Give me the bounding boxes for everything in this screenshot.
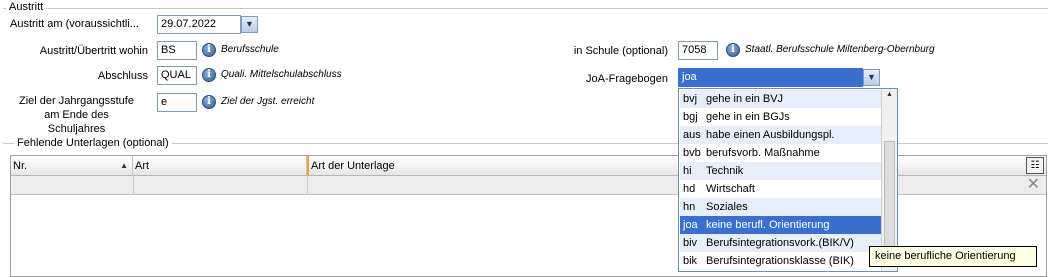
wohin-field[interactable]: BS — [157, 41, 197, 60]
ziel-label-line2: am Ende des — [44, 109, 109, 121]
abschluss-field[interactable]: QUAL — [157, 66, 197, 85]
column-header-label: Nr. — [13, 160, 28, 172]
clear-filter-icon[interactable]: ✕ — [1027, 176, 1040, 194]
column-header-label: Art der Unterlage — [311, 160, 395, 172]
column-header-nr[interactable]: Nr. ▲ — [11, 156, 133, 176]
scroll-up-icon[interactable]: ▲ — [884, 91, 895, 103]
info-icon[interactable]: i — [202, 68, 216, 82]
info-icon[interactable]: i — [202, 43, 216, 57]
option-code: biv — [683, 237, 698, 249]
dropdown-option[interactable]: joa keine berufl. Orientierung — [680, 216, 882, 234]
joa-select[interactable]: joa — [678, 68, 863, 87]
dropdown-option[interactable]: bvj gehe in ein BVJ — [680, 90, 882, 108]
filter-divider — [133, 176, 134, 195]
ziel-label-line1: Ziel der Jahrgangsstufe — [19, 95, 134, 107]
dropdown-option[interactable]: hi Technik — [680, 162, 882, 180]
option-code: hd — [683, 183, 696, 195]
option-text: berufsvorb. Maßnahme — [706, 147, 820, 159]
abschluss-label: Abschluss — [97, 70, 148, 82]
wohin-label: Austritt/Übertritt wohin — [39, 45, 148, 57]
dropdown-option[interactable]: biv Berufsintegrationsvork.(BIK/V) — [680, 234, 882, 252]
option-code: bvb — [683, 147, 701, 159]
option-text: Technik — [706, 165, 744, 177]
schule-label: in Schule (optional) — [573, 45, 668, 57]
option-text: keine berufl. Orientierung — [706, 219, 830, 231]
dropdown-option[interactable]: bik Berufsintegrationsklasse (BIK) — [680, 252, 882, 270]
option-code: aus — [683, 129, 701, 141]
option-code: hi — [683, 165, 692, 177]
option-text: gehe in ein BVJ — [706, 93, 784, 105]
info-icon[interactable]: i — [202, 95, 216, 109]
abschluss-hint: Quali. Mittelschulabschluss — [221, 69, 342, 80]
chevron-down-icon[interactable]: ▼ — [863, 69, 880, 86]
austritt-date-field[interactable]: 29.07.2022 — [157, 15, 241, 34]
scrollbar-thumb[interactable] — [884, 141, 895, 253]
sort-ascending-icon[interactable]: ▲ — [120, 156, 128, 176]
column-header-label: Art — [135, 160, 150, 172]
chevron-down-icon[interactable]: ▼ — [241, 16, 258, 33]
option-text: Soziales — [706, 201, 748, 213]
option-code: bgj — [683, 111, 698, 123]
dropdown-option[interactable]: bgj gehe in ein BGJs — [680, 108, 882, 126]
ziel-hint: Ziel der Jgst. erreicht — [221, 96, 315, 107]
column-header-art[interactable]: Art — [133, 156, 307, 176]
column-chooser-icon[interactable]: ☷ — [1026, 157, 1044, 174]
fehlende-legend: Fehlende Unterlagen (optional) — [14, 137, 172, 149]
dropdown-option[interactable]: bvb berufsvorb. Maßnahme — [680, 144, 882, 162]
schule-hint: Staatl. Berufsschule Miltenberg-Obernbur… — [745, 44, 935, 55]
option-text: habe einen Ausbildungspl. — [706, 129, 835, 141]
option-code: bvj — [683, 93, 698, 105]
option-code: bik — [683, 255, 698, 267]
dropdown-option[interactable]: hd Wirtschaft — [680, 180, 882, 198]
column-header-art-der-unterlage[interactable]: Art der Unterlage — [307, 156, 607, 176]
austritt-date-label: Austritt am (voraussichtli... — [10, 18, 139, 30]
joa-dropdown-list[interactable]: bik Berufsintegrationsklasse (BIK) biv Beru… — [678, 88, 898, 272]
ziel-label-line3: Schuljahres — [47, 123, 106, 135]
austritt-legend: Austritt — [6, 1, 47, 13]
option-text: Berufsintegrationsvork.(BIK/V) — [706, 237, 854, 249]
wohin-hint: Berufsschule — [221, 44, 279, 55]
option-code: joa — [683, 219, 698, 231]
ziel-field[interactable]: e — [157, 93, 197, 112]
joa-label: JoA-Fragebogen — [586, 73, 668, 85]
option-tooltip: keine berufliche Orientierung — [869, 246, 1037, 267]
info-icon[interactable]: i — [726, 43, 740, 57]
dropdown-option[interactable]: hn Soziales — [680, 198, 882, 216]
schule-field[interactable]: 7058 — [678, 41, 718, 60]
option-text: Wirtschaft — [706, 183, 755, 195]
option-text: Berufsintegrationsklasse (BIK) — [706, 255, 854, 267]
dropdown-scrollbar[interactable]: ▲ ▼ — [881, 89, 897, 271]
option-text: gehe in ein BGJs — [706, 111, 790, 123]
option-code: hn — [683, 201, 696, 213]
dropdown-option[interactable]: aus habe einen Ausbildungspl. — [680, 126, 882, 144]
austritt-group-line — [3, 8, 1048, 9]
filter-divider — [307, 176, 308, 195]
